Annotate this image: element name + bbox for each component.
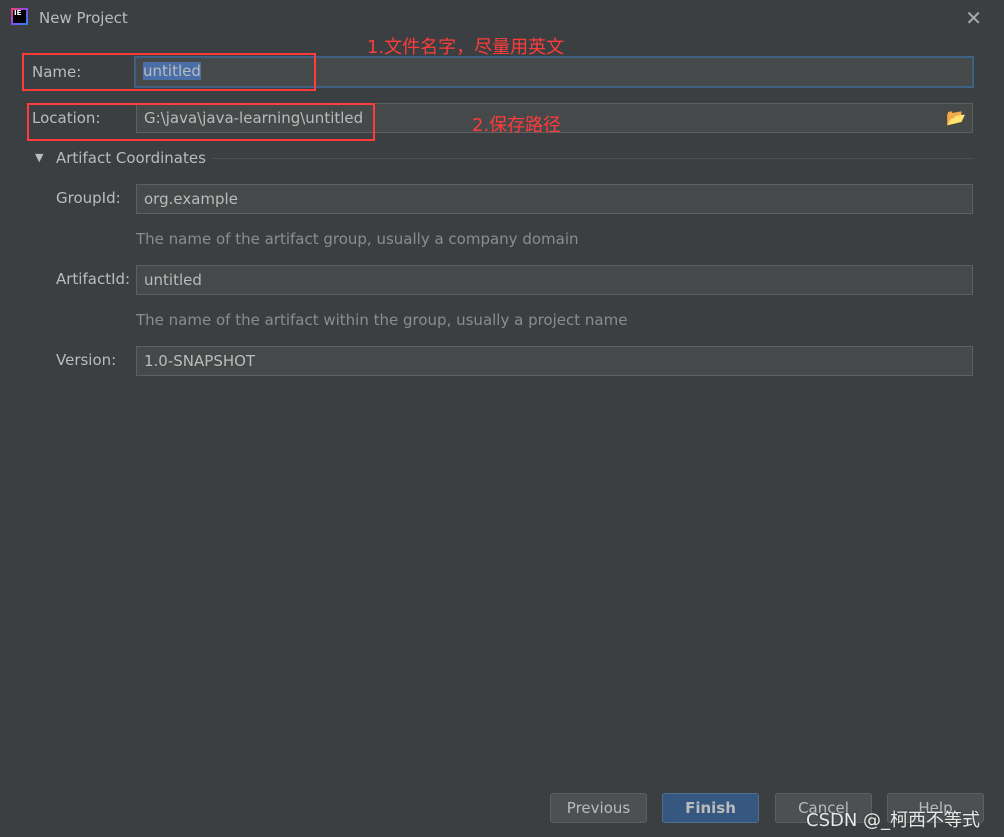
artifactid-label: ArtifactId:: [56, 270, 131, 288]
finish-button[interactable]: Finish: [662, 793, 759, 823]
previous-button[interactable]: Previous: [550, 793, 647, 823]
section-title[interactable]: Artifact Coordinates: [56, 149, 206, 167]
groupid-hint: The name of the artifact group, usually …: [136, 230, 579, 248]
artifactid-input[interactable]: untitled: [136, 265, 973, 295]
groupid-label: GroupId:: [56, 189, 121, 207]
section-divider: [212, 158, 973, 159]
intellij-logo-icon: IE: [11, 8, 28, 25]
location-highlight-box: [27, 103, 375, 141]
folder-browse-icon[interactable]: 📂: [946, 108, 966, 127]
watermark: CSDN @_柯西不等式: [806, 810, 981, 831]
close-icon[interactable]: ✕: [965, 6, 982, 30]
name-annotation: 1.文件名字，尽量用英文: [367, 37, 565, 58]
groupid-input[interactable]: org.example: [136, 184, 973, 214]
name-highlight-box: [22, 53, 316, 91]
version-label: Version:: [56, 351, 117, 369]
window-title: New Project: [39, 9, 128, 27]
artifactid-hint: The name of the artifact within the grou…: [136, 311, 628, 329]
collapse-triangle-icon[interactable]: ▼: [35, 151, 43, 164]
location-annotation: 2.保存路径: [472, 115, 562, 136]
version-input[interactable]: 1.0-SNAPSHOT: [136, 346, 973, 376]
